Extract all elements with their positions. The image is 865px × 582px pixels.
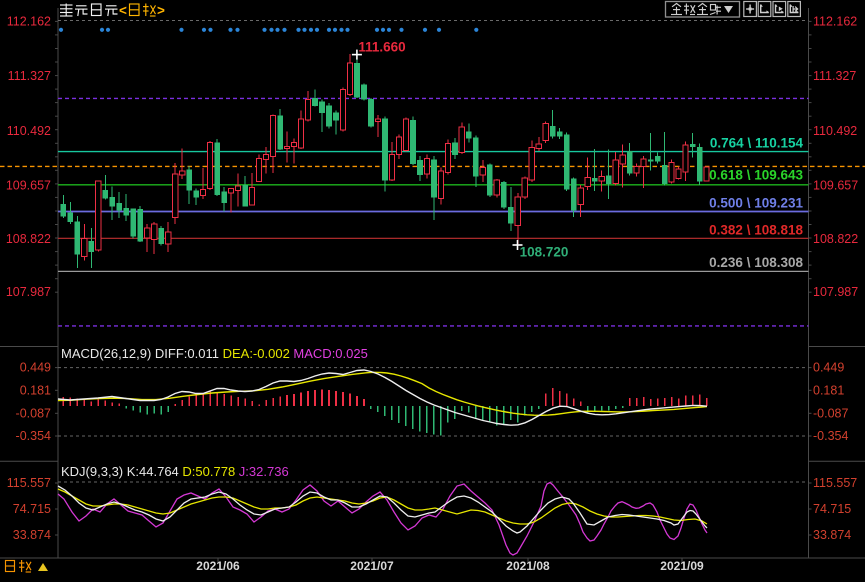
svg-text:111.660: 111.660 [358,40,405,55]
svg-text:110.492: 110.492 [813,124,857,138]
svg-text:-0.087: -0.087 [16,406,51,420]
svg-text:-0.354: -0.354 [813,429,848,443]
svg-text:108.822: 108.822 [813,232,858,246]
svg-text:107.987: 107.987 [6,285,51,299]
svg-text:2021/08: 2021/08 [506,559,550,573]
svg-text:0.449: 0.449 [20,361,51,375]
svg-text:2021/07: 2021/07 [350,559,394,573]
svg-text:0.764 \ 110.154: 0.764 \ 110.154 [710,136,804,151]
svg-text:74.715: 74.715 [13,502,51,516]
svg-text:112.162: 112.162 [7,15,51,29]
svg-text:112.162: 112.162 [813,15,857,29]
svg-text:-0.354: -0.354 [16,429,51,443]
svg-text:111.327: 111.327 [8,69,51,83]
svg-text:-0.087: -0.087 [813,406,848,420]
svg-text:0.236 \ 108.308: 0.236 \ 108.308 [709,255,803,270]
svg-text:0.382 \ 108.818: 0.382 \ 108.818 [709,223,803,238]
svg-text:>: > [157,3,165,18]
svg-text:33.874: 33.874 [813,528,851,542]
svg-text:110.492: 110.492 [7,124,51,138]
svg-text:KDJ(9,3,3) K:44.764 D:50.778: KDJ(9,3,3) K:44.764 D:50.778 J:32.736 [61,464,289,479]
svg-text:0.500 \ 109.231: 0.500 \ 109.231 [709,196,803,211]
svg-text:108.720: 108.720 [520,245,569,260]
svg-text:109.657: 109.657 [6,178,51,192]
svg-text:0.181: 0.181 [20,383,51,397]
svg-text:0.181: 0.181 [813,383,844,397]
svg-text:109.657: 109.657 [813,178,858,192]
svg-text:2021/09: 2021/09 [660,559,704,573]
svg-text:33.874: 33.874 [13,528,51,542]
svg-text:111.327: 111.327 [813,69,856,83]
svg-text:2021/06: 2021/06 [196,559,240,573]
svg-text:MACD(26,12,9) DIFF:0.011 DEA:: MACD(26,12,9) DIFF:0.011 DEA:-0.002 MACD… [61,346,368,361]
svg-text:<: < [119,3,127,18]
svg-text:108.822: 108.822 [6,232,51,246]
svg-text:107.987: 107.987 [813,285,858,299]
svg-text:0.449: 0.449 [813,361,844,375]
svg-text:0.618 \ 109.643: 0.618 \ 109.643 [709,168,803,183]
svg-text:74.715: 74.715 [813,502,851,516]
svg-text:115.557: 115.557 [813,476,857,490]
svg-text:115.557: 115.557 [7,476,51,490]
